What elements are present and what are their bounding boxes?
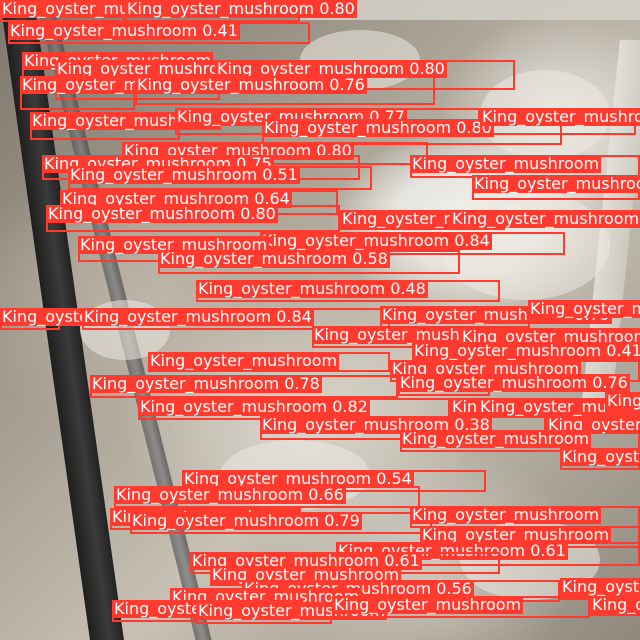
detection-label: King_oyster_mushroom 0.58 [158, 250, 390, 268]
detection-label: King_oyster_mushroom 0.55 [560, 578, 640, 596]
detection-label: King_oyster_mushroom [560, 448, 640, 466]
detection-label: King_oyster_mushroom 0.79 [130, 512, 362, 530]
detection-label: King_oyster_mushroom 0.48 [196, 280, 428, 298]
detection-label: King_oyster_mushroom [410, 155, 602, 173]
detection-label: King_oyster_mushroom 0.51 [68, 166, 300, 184]
detection-label: King_oyster_mushroom 0.80 [262, 119, 494, 137]
detection-label: King_oyster_mushroom 0.41 [8, 22, 240, 40]
detection-label: King_oyster_mushroom [332, 596, 524, 614]
detection-label: King_oyster_mushroom [590, 596, 640, 614]
detection-label: King_oyster_mushroom [148, 352, 340, 370]
detection-label: King_oyster_mushroom 0.41 [412, 342, 640, 360]
detection-label: King_oyster_mushroom 0.53 [528, 300, 640, 318]
detection-label: King_oyster_mushroom [400, 430, 592, 448]
detection-label: King_oyster_mushroom [472, 175, 640, 193]
detection-label: King_oyster_mushroom [410, 506, 602, 524]
detection-label: King_oyster_mushroom 0.84 [260, 232, 492, 250]
detection-label: King_oyster_mushroom 0.80 [125, 0, 357, 18]
detection-label: King_oyster_mushroom 0.78 [90, 375, 322, 393]
detection-label: King_oyster_mushroom 0.57 [480, 108, 640, 126]
detection-label: King_oyster_mushroom 0.76 [135, 76, 367, 94]
detection-label: King_oyster_mushroom 0.80 [46, 205, 278, 223]
detection-label: King_oyster_mushroom 0.82 [138, 398, 370, 416]
detection-label: King_oyster_mushroom 0.66 [114, 486, 346, 504]
mushroom-detection-image: King_oyster_mushroom 0.80 King_oyster_mus… [0, 0, 640, 640]
detection-label: King_oyster_mushroom 0.73 [450, 210, 640, 228]
detection-label: King_oyster_mushroom [605, 392, 640, 410]
detection-label: King_oyster_mushroom 0.76 [398, 374, 630, 392]
detection-label: King_oyster_mushroom 0.84 [82, 308, 314, 326]
